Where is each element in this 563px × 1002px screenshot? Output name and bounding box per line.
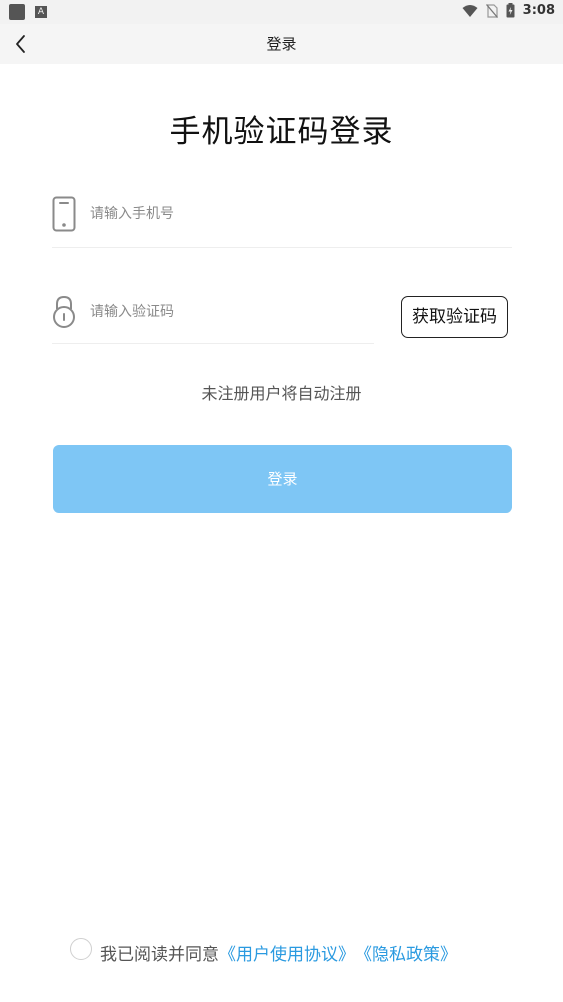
agreement-prefix: 我已阅读并同意 bbox=[100, 944, 219, 965]
back-button[interactable] bbox=[8, 30, 36, 58]
sd-card-icon bbox=[9, 4, 25, 20]
status-bar: A 3:08 bbox=[0, 0, 563, 24]
agreement-row: 我已阅读并同意 《用户使用协议》 《隐私政策》 bbox=[70, 937, 457, 967]
phone-field bbox=[52, 190, 512, 248]
status-right-icons: 3:08 bbox=[462, 3, 555, 18]
page-title: 手机验证码登录 bbox=[169, 114, 394, 150]
no-sim-icon bbox=[485, 3, 498, 18]
get-code-button[interactable]: 获取验证码 bbox=[401, 296, 508, 338]
status-left-icons: A bbox=[9, 4, 47, 20]
status-time: 3:08 bbox=[522, 3, 555, 18]
agree-checkbox[interactable] bbox=[70, 938, 92, 960]
login-button[interactable]: 登录 bbox=[53, 445, 512, 513]
phone-input[interactable] bbox=[90, 200, 350, 228]
nav-title: 登录 bbox=[266, 35, 297, 53]
battery-icon bbox=[506, 3, 515, 18]
phone-icon bbox=[52, 196, 76, 232]
auto-register-hint: 未注册用户将自动注册 bbox=[201, 384, 362, 403]
user-agreement-link[interactable]: 《用户使用协议》 bbox=[219, 940, 355, 965]
code-field bbox=[52, 288, 374, 344]
privacy-policy-link[interactable]: 《隐私政策》 bbox=[355, 940, 457, 965]
nav-bar: 登录 bbox=[0, 24, 563, 64]
lock-icon bbox=[53, 295, 75, 328]
app-a-icon: A bbox=[35, 6, 47, 18]
chevron-left-icon bbox=[16, 35, 25, 53]
wifi-icon bbox=[462, 4, 478, 17]
code-input[interactable] bbox=[90, 298, 350, 326]
